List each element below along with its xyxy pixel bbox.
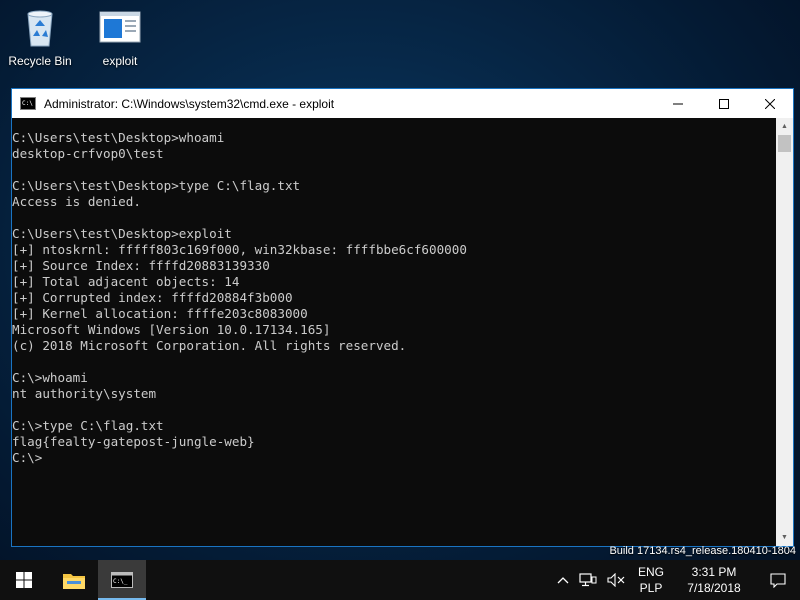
console-line: [+] Total adjacent objects: 14 — [12, 274, 240, 289]
system-tray: ENG PLP 3:31 PM 7/18/2018 — [552, 560, 800, 600]
clock-date: 7/18/2018 — [687, 581, 741, 595]
windows-logo-icon — [16, 572, 32, 588]
network-icon — [579, 573, 597, 587]
console-line: flag{fealty-gatepost-jungle-web} — [12, 434, 255, 449]
notification-icon — [770, 573, 786, 588]
console-line: C:\> — [12, 450, 43, 465]
svg-text:C:\_: C:\_ — [113, 578, 128, 585]
desktop-icon-exploit[interactable]: exploit — [85, 6, 155, 68]
desktop-icon-recycle-bin[interactable]: Recycle Bin — [5, 6, 75, 68]
maximize-button[interactable] — [701, 89, 747, 118]
console-line: Access is denied. — [12, 194, 141, 209]
build-watermark: Build 17134.rs4_release.180410-1804 — [609, 545, 796, 557]
keyboard-layout: PLP — [639, 581, 663, 595]
clock-time: 3:31 PM — [691, 565, 737, 579]
console-line: [+] Corrupted index: ffffd20884f3b000 — [12, 290, 293, 305]
console-line: [+] Kernel allocation: ffffe203c8083000 — [12, 306, 308, 321]
console-line: Microsoft Windows [Version 10.0.17134.16… — [12, 322, 331, 337]
clock-button[interactable]: 3:31 PM 7/18/2018 — [672, 564, 756, 596]
window-titlebar[interactable]: Administrator: C:\Windows\system32\cmd.e… — [12, 89, 793, 118]
cmd-taskbar-icon: C:\_ — [111, 572, 133, 588]
scroll-thumb[interactable] — [778, 135, 791, 152]
start-button[interactable] — [0, 560, 48, 600]
language-code: ENG — [637, 565, 664, 579]
console-line: desktop-crfvop0\test — [12, 146, 164, 161]
volume-button[interactable] — [602, 573, 630, 587]
console-line: nt authority\system — [12, 386, 157, 401]
vertical-scrollbar[interactable]: ▲ ▼ — [776, 118, 793, 546]
maximize-icon — [719, 98, 729, 109]
close-button[interactable] — [747, 89, 793, 118]
close-icon — [765, 98, 775, 109]
taskbar-file-explorer[interactable] — [50, 560, 98, 600]
network-button[interactable] — [574, 573, 602, 587]
minimize-button[interactable] — [655, 89, 701, 118]
console-line: [+] Source Index: ffffd20883139330 — [12, 258, 270, 273]
taskbar: C:\_ ENG PLP 3:31 PM 7/18/2018 — [0, 560, 800, 600]
desktop-icon-label: exploit — [102, 54, 138, 68]
console-line: C:\>whoami — [12, 370, 88, 385]
exploit-app-icon — [98, 6, 142, 50]
input-language-button[interactable]: ENG PLP — [630, 564, 672, 596]
action-center-button[interactable] — [756, 572, 800, 588]
show-hidden-icons-button[interactable] — [552, 576, 574, 584]
console-line: (c) 2018 Microsoft Corporation. All righ… — [12, 338, 407, 353]
console-line: C:\Users\test\Desktop>whoami — [12, 130, 225, 145]
console-line: C:\Users\test\Desktop>exploit — [12, 226, 232, 241]
taskbar-cmd[interactable]: C:\_ — [98, 560, 146, 600]
console-line: C:\Users\test\Desktop>type C:\flag.txt — [12, 178, 301, 193]
console-output[interactable]: C:\Users\test\Desktop>whoami desktop-crfv… — [12, 118, 776, 546]
minimize-icon — [673, 103, 683, 104]
cmd-window[interactable]: Administrator: C:\Windows\system32\cmd.e… — [11, 88, 794, 547]
scroll-down-icon[interactable]: ▼ — [776, 529, 793, 546]
window-title: Administrator: C:\Windows\system32\cmd.e… — [44, 96, 335, 111]
folder-icon — [63, 574, 85, 589]
cmd-icon — [20, 97, 36, 110]
console-line: C:\>type C:\flag.txt — [12, 418, 164, 433]
console-line: [+] ntoskrnl: fffff803c169f000, win32kba… — [12, 242, 467, 257]
volume-muted-icon — [607, 573, 625, 587]
recycle-bin-icon — [18, 6, 62, 50]
desktop-icon-label: Recycle Bin — [8, 54, 72, 68]
scroll-up-icon[interactable]: ▲ — [776, 118, 793, 135]
chevron-up-icon — [557, 577, 569, 584]
